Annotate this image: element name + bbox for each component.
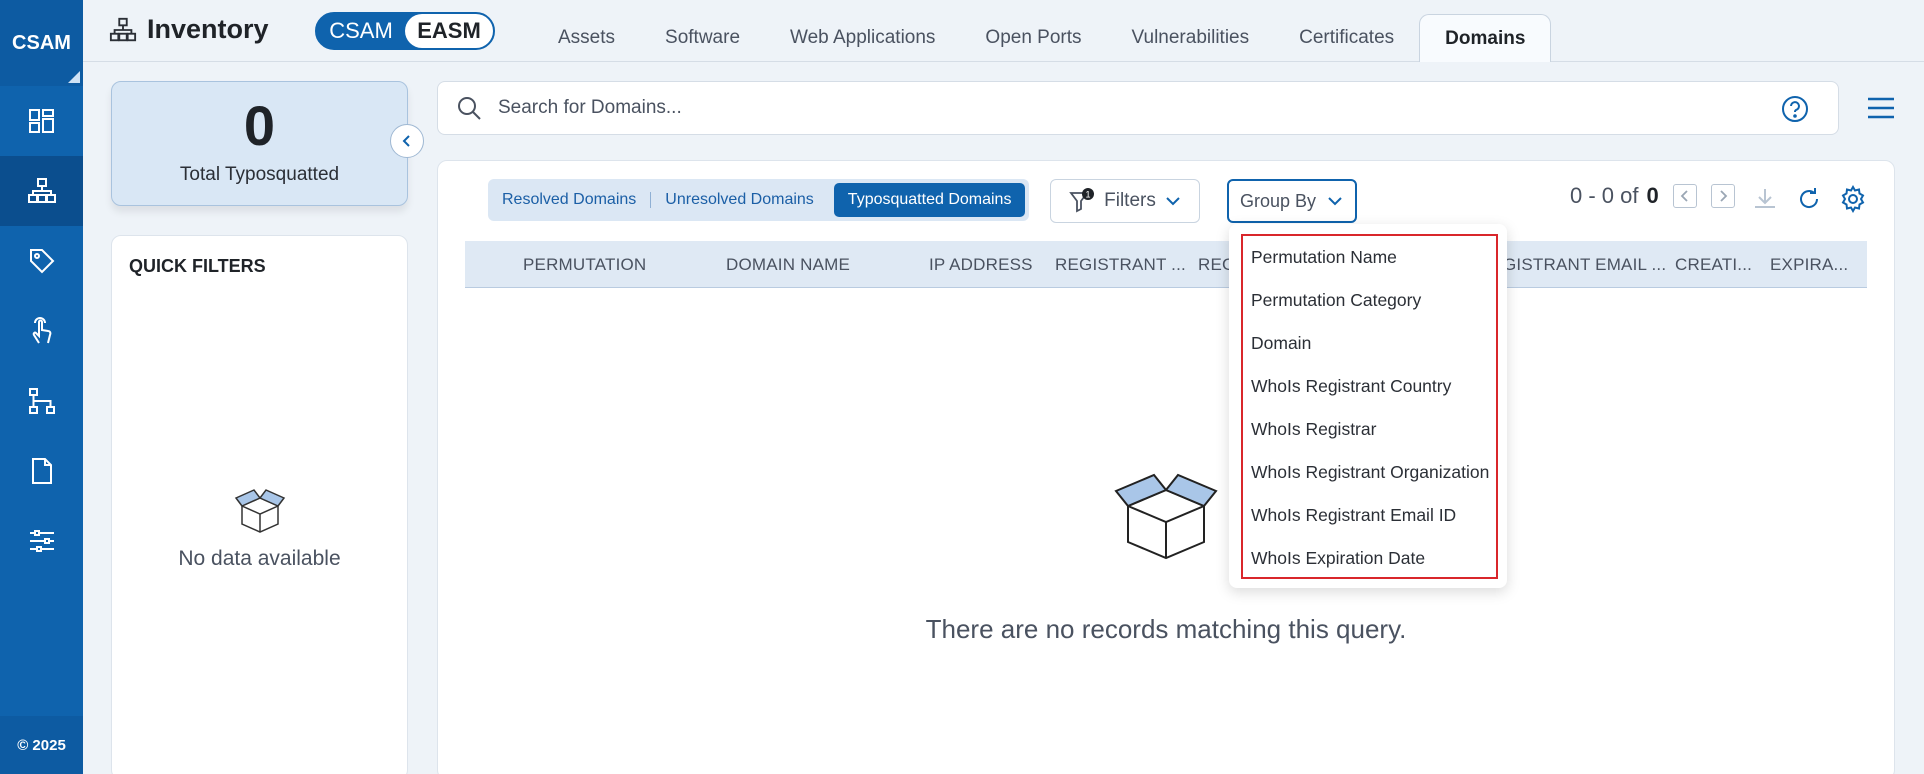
tab-web-applications[interactable]: Web Applications (765, 14, 960, 62)
quick-filters-title: QUICK FILTERS (129, 256, 266, 276)
group-by-option-permutation-category[interactable]: Permutation Category (1243, 279, 1496, 322)
chevron-right-icon (1720, 190, 1728, 202)
total-typosquatted-card: 0 Total Typosquatted (111, 81, 408, 206)
gear-icon[interactable] (1839, 185, 1867, 213)
tag-icon (29, 249, 54, 274)
touch-icon (32, 317, 51, 344)
tab-vulnerabilities[interactable]: Vulnerabilities (1107, 14, 1275, 62)
tab-domains[interactable]: Domains (1419, 14, 1552, 62)
app-logo-text: CSAM (12, 31, 71, 54)
chevron-left-icon (1680, 190, 1688, 202)
table-header: PERMUTATION DOMAIN NAME IP ADDRESS REGIS… (465, 241, 1867, 288)
tab-certificates[interactable]: Certificates (1274, 14, 1419, 62)
inventory-icon (27, 178, 56, 203)
group-by-options: Permutation Name Permutation Category Do… (1241, 234, 1498, 579)
nav-hierarchy[interactable] (0, 366, 83, 436)
nav-inventory[interactable] (0, 156, 83, 226)
hamburger-menu-icon[interactable] (1866, 95, 1896, 121)
csam-easm-toggle[interactable]: CSAM EASM (315, 12, 495, 50)
group-by-option-registrar[interactable]: WhoIs Registrar (1243, 408, 1496, 451)
segment-typosquatted-domains[interactable]: Typosquatted Domains (833, 183, 1026, 217)
tab-assets[interactable]: Assets (533, 14, 640, 62)
group-by-dropdown: Permutation Name Permutation Category Do… (1229, 224, 1507, 588)
toggle-easm[interactable]: EASM (405, 14, 493, 48)
domain-type-segmented-control: Resolved Domains Unresolved Domains Typo… (488, 179, 1030, 221)
copyright: © 2025 (0, 716, 83, 774)
help-icon[interactable] (1780, 94, 1810, 124)
nav-tags[interactable] (0, 226, 83, 296)
group-by-option-registrant-country[interactable]: WhoIs Registrant Country (1243, 365, 1496, 408)
filters-badge: 1 (1086, 190, 1091, 200)
column-header-ip-address[interactable]: IP ADDRESS (929, 241, 1033, 288)
top-header: Inventory CSAM EASM Assets Software Web … (83, 0, 1924, 62)
refresh-icon[interactable] (1795, 185, 1823, 213)
column-header-domain-name[interactable]: DOMAIN NAME (726, 241, 850, 288)
sliders-icon (29, 530, 54, 552)
nav-reports[interactable] (0, 436, 83, 506)
quick-filters-empty-text: No data available (178, 547, 341, 570)
total-typosquatted-count: 0 (243, 94, 276, 157)
nav-touch[interactable] (0, 296, 83, 366)
collapse-panel-button[interactable] (390, 124, 424, 158)
next-page-button[interactable] (1710, 184, 1735, 208)
column-header-expiration[interactable]: EXPIRA... (1770, 241, 1848, 288)
inventory-title-icon (109, 17, 137, 41)
segment-unresolved-domains[interactable]: Unresolved Domains (651, 183, 828, 217)
nav-settings[interactable] (0, 506, 83, 576)
table-empty-text: There are no records matching this query… (925, 614, 1407, 644)
total-typosquatted-label: Total Typosquatted (179, 164, 340, 185)
filters-label: Filters (1104, 190, 1156, 211)
filter-icon: 1 (1069, 188, 1095, 213)
hierarchy-icon (28, 388, 55, 414)
column-header-registrant-email[interactable]: GISTRANT EMAIL ... (1503, 241, 1666, 288)
search-icon (458, 97, 481, 120)
segment-resolved-domains[interactable]: Resolved Domains (488, 183, 650, 217)
domains-panel: Resolved Domains Unresolved Domains Typo… (437, 160, 1895, 774)
chevron-left-icon (402, 135, 410, 147)
group-by-option-expiration-date[interactable]: WhoIs Expiration Date (1243, 537, 1496, 580)
pagination-range: 0 - 0 of (1570, 183, 1639, 208)
left-nav-rail: CSAM © 2025 (0, 0, 83, 774)
prev-page-button[interactable] (1672, 184, 1697, 208)
app-logo[interactable]: CSAM (0, 0, 83, 86)
dashboard-icon (28, 109, 54, 133)
empty-box-icon (234, 489, 285, 533)
inventory-tabs: Assets Software Web Applications Open Po… (533, 14, 1552, 62)
nav-dashboard[interactable] (0, 86, 83, 156)
chevron-down-icon (1166, 197, 1180, 206)
tab-software[interactable]: Software (640, 14, 765, 62)
empty-box-icon (1114, 473, 1218, 560)
page-title: Inventory (109, 14, 269, 45)
download-icon[interactable] (1751, 185, 1779, 213)
page-title-text: Inventory (147, 14, 269, 44)
column-header-creation[interactable]: CREATI... (1675, 241, 1752, 288)
table-empty-state: There are no records matching this query… (438, 461, 1894, 645)
tab-open-ports[interactable]: Open Ports (960, 14, 1106, 62)
chevron-down-icon (1328, 197, 1342, 206)
group-by-option-permutation-name[interactable]: Permutation Name (1243, 236, 1496, 279)
expand-corner-icon[interactable] (68, 71, 80, 83)
quick-filters-empty-state: No data available (112, 484, 407, 571)
search-bar (437, 81, 1839, 135)
group-by-option-registrant-organization[interactable]: WhoIs Registrant Organization (1243, 451, 1496, 494)
pagination-total: 0 (1646, 183, 1659, 208)
column-header-permutation[interactable]: PERMUTATION (523, 241, 646, 288)
group-by-option-domain[interactable]: Domain (1243, 322, 1496, 365)
pagination: 0 - 0 of 0 (1570, 183, 1735, 209)
search-input[interactable] (498, 97, 1698, 119)
filters-button[interactable]: 1 Filters (1050, 179, 1200, 223)
quick-filters-panel: QUICK FILTERS No data available (111, 235, 408, 774)
group-by-button[interactable]: Group By (1227, 179, 1357, 223)
group-by-option-registrant-email[interactable]: WhoIs Registrant Email ID (1243, 494, 1496, 537)
column-header-registrant[interactable]: REGISTRANT ... (1055, 241, 1186, 288)
group-by-label: Group By (1239, 190, 1317, 211)
table-tools (1751, 185, 1867, 213)
document-icon (31, 458, 52, 484)
toggle-csam[interactable]: CSAM (317, 14, 405, 48)
